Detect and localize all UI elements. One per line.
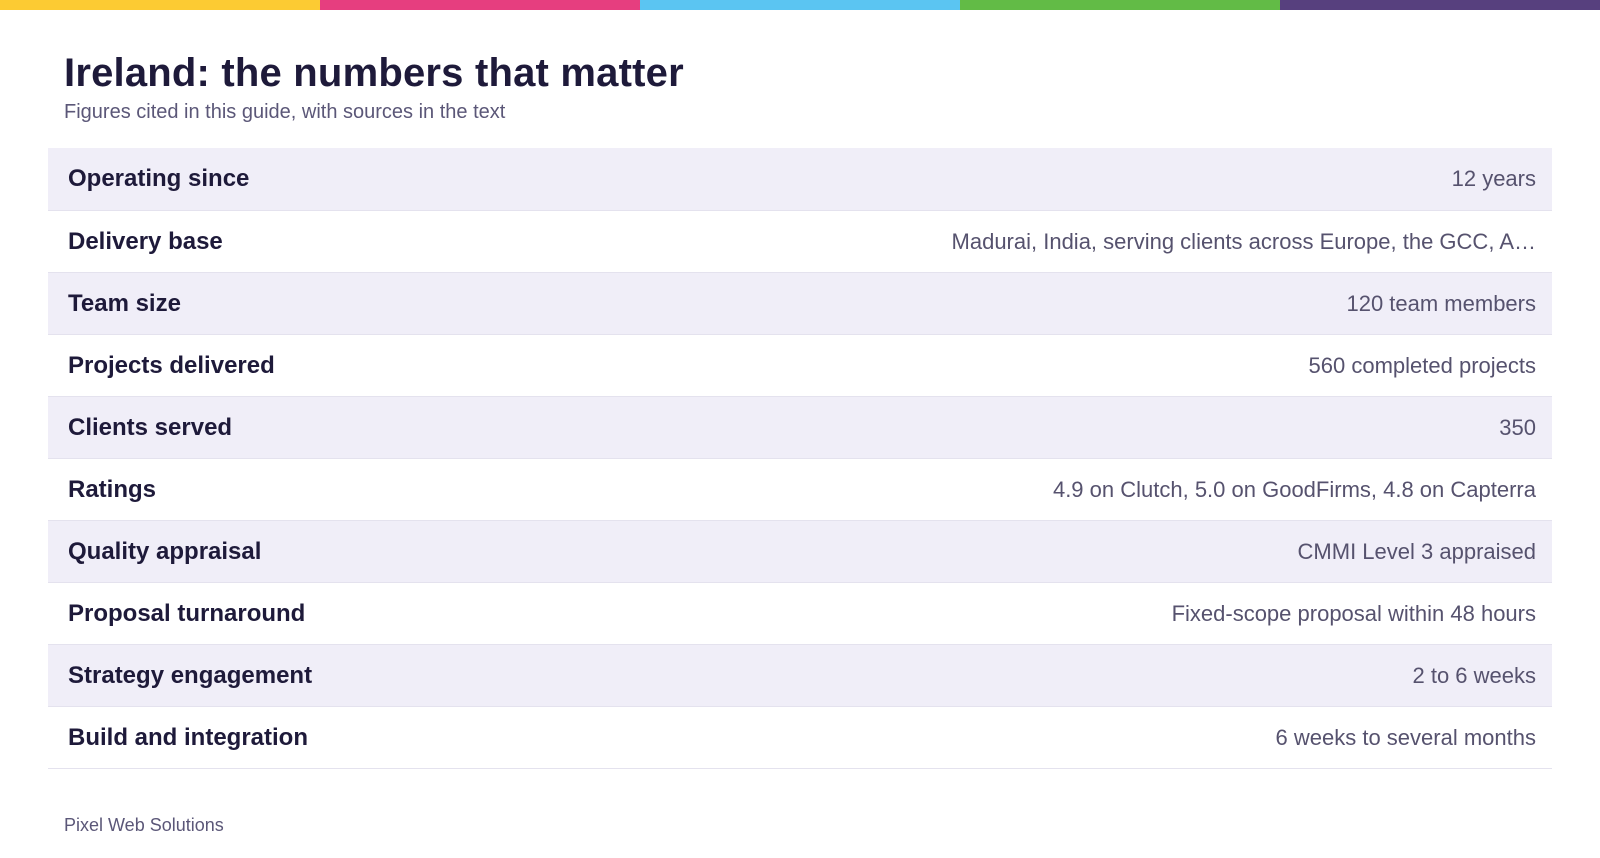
- color-stripe: [0, 0, 1600, 10]
- row-value: 560 completed projects: [1308, 352, 1536, 378]
- table-row: Strategy engagement 2 to 6 weeks: [48, 644, 1552, 706]
- facts-table: Operating since 12 years Delivery base M…: [48, 148, 1552, 769]
- table-row: Clients served 350: [48, 396, 1552, 458]
- table-row: Proposal turnaround Fixed-scope proposal…: [48, 582, 1552, 644]
- row-label: Strategy engagement: [68, 661, 313, 689]
- row-label: Proposal turnaround: [68, 599, 306, 627]
- table-row: Build and integration 6 weeks to several…: [48, 706, 1552, 768]
- row-value: 12 years: [1451, 166, 1536, 191]
- row-label: Operating since: [68, 165, 250, 192]
- page-title: Ireland: the numbers that matter: [64, 51, 684, 95]
- stripe-segment: [640, 0, 960, 10]
- row-label: Delivery base: [68, 227, 223, 255]
- row-label: Team size: [68, 289, 181, 317]
- table-row: Projects delivered 560 completed project…: [48, 334, 1552, 396]
- table-row: Team size 120 team members: [48, 272, 1552, 334]
- stripe-segment: [1280, 0, 1600, 10]
- page-subtitle: Figures cited in this guide, with source…: [64, 101, 506, 123]
- stripe-segment: [320, 0, 640, 10]
- row-label: Projects delivered: [68, 351, 275, 379]
- stripe-segment: [960, 0, 1280, 10]
- stripe-segment: [0, 0, 320, 10]
- table-row: Delivery base Madurai, India, serving cl…: [48, 210, 1552, 272]
- row-label: Clients served: [68, 413, 233, 441]
- table-row: Quality appraisal CMMI Level 3 appraised: [48, 520, 1552, 582]
- row-value: 350: [1499, 414, 1536, 440]
- page-header: Ireland: the numbers that matter Figures…: [64, 50, 684, 124]
- row-label: Quality appraisal: [68, 537, 262, 565]
- row-value: 120 team members: [1346, 290, 1536, 316]
- table-row: Ratings 4.9 on Clutch, 5.0 on GoodFirms,…: [48, 458, 1552, 520]
- footer-brand: Pixel Web Solutions: [64, 815, 224, 835]
- row-value: Fixed-scope proposal within 48 hours: [1171, 600, 1536, 626]
- row-value: Madurai, India, serving clients across E…: [951, 228, 1536, 254]
- row-label: Build and integration: [68, 723, 308, 751]
- row-value: CMMI Level 3 appraised: [1297, 538, 1536, 564]
- row-value: 2 to 6 weeks: [1412, 662, 1536, 688]
- row-label: Ratings: [68, 475, 157, 503]
- table-row: Operating since 12 years: [48, 148, 1552, 210]
- row-value: 6 weeks to several months: [1275, 724, 1536, 750]
- row-value: 4.9 on Clutch, 5.0 on GoodFirms, 4.8 on …: [1052, 476, 1536, 502]
